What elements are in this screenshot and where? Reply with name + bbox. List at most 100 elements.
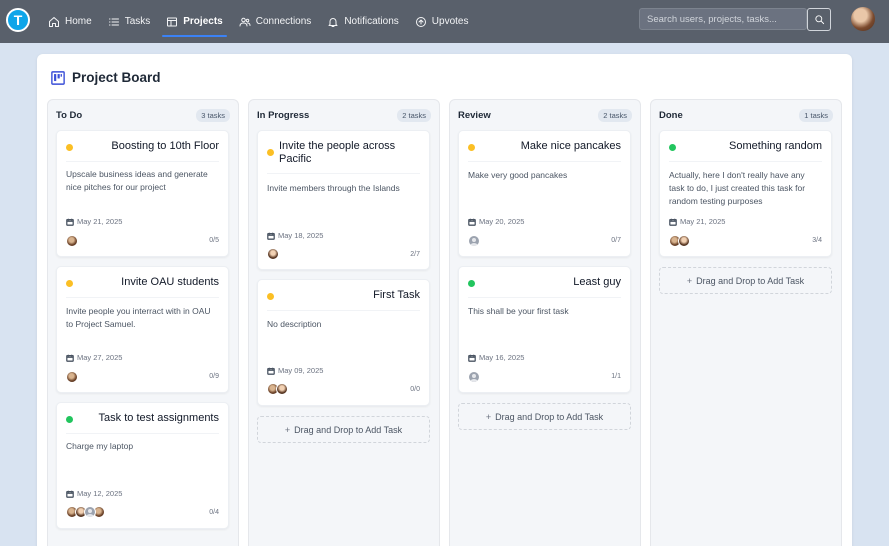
date-text: May 21, 2025	[77, 217, 123, 226]
board-icon	[51, 70, 65, 85]
assignee-avatars	[267, 248, 279, 260]
subtask-progress: 0/5	[209, 237, 219, 244]
status-dot	[66, 280, 73, 287]
task-title: Make nice pancakes	[520, 140, 621, 152]
task-due-date: May 21, 2025	[66, 217, 122, 226]
nav-item-upvotes[interactable]: Upvotes	[407, 0, 477, 43]
column-in-progress: In Progress 2 tasks Invite the people ac…	[248, 99, 440, 546]
task-title: Invite OAU students	[121, 276, 219, 288]
nav-item-connections[interactable]: Connections	[231, 0, 320, 43]
task-description: This shall be your first task	[468, 306, 569, 316]
list-icon	[108, 18, 119, 25]
calendar-icon	[669, 218, 677, 226]
date-text: May 18, 2025	[278, 231, 324, 240]
nav-item-projects[interactable]: Projects	[158, 0, 230, 43]
task-due-date: May 09, 2025	[267, 366, 323, 375]
avatar	[678, 235, 690, 247]
avatar	[276, 383, 288, 395]
nav-item-label: Home	[65, 16, 92, 27]
divider	[66, 433, 219, 434]
page-title: Project Board	[51, 70, 161, 85]
dropzone-label: Drag and Drop to Add Task	[495, 411, 604, 422]
nav-item-label: Connections	[255, 16, 312, 27]
date-text: May 27, 2025	[77, 353, 123, 362]
task-card[interactable]: Boosting to 10th Floor Upscale business …	[56, 130, 229, 257]
user-avatar[interactable]	[851, 7, 875, 31]
dropzone-label: Drag and Drop to Add Task	[294, 424, 403, 435]
board-title-text: Project Board	[72, 70, 161, 85]
nav-item-tasks[interactable]: Tasks	[100, 0, 159, 43]
divider	[468, 161, 621, 162]
top-navbar: T Home Tasks Projects Connections Notifi…	[0, 0, 889, 43]
column-review: Review 2 tasks Make nice pancakes Make v…	[449, 99, 641, 546]
task-card[interactable]: Task to test assignments Charge my lapto…	[56, 402, 229, 529]
nav-menu: Home Tasks Projects Connections Notifica…	[40, 0, 476, 43]
nav-item-label: Projects	[183, 16, 223, 27]
avatar	[468, 371, 480, 383]
calendar-icon	[468, 218, 476, 226]
task-card[interactable]: First Task No description May 09, 2025 0…	[257, 279, 430, 406]
status-dot	[66, 416, 73, 423]
subtask-progress: 0/7	[611, 237, 621, 244]
calendar-icon	[66, 490, 74, 498]
add-task-dropzone[interactable]: + Drag and Drop to Add Task	[458, 403, 631, 430]
divider	[468, 297, 621, 298]
status-dot	[468, 144, 475, 151]
task-description: No description	[267, 319, 322, 329]
task-title: Least guy	[573, 276, 621, 288]
divider	[267, 310, 420, 311]
upvote-icon	[415, 16, 426, 27]
nav-item-label: Upvotes	[431, 16, 469, 27]
column-title: In Progress	[257, 110, 310, 121]
add-task-dropzone[interactable]: + Drag and Drop to Add Task	[257, 416, 430, 443]
task-description: Invite members through the Islands	[267, 183, 400, 193]
search-icon	[814, 15, 824, 25]
app-logo[interactable]: T	[6, 8, 30, 32]
task-card[interactable]: Least guy This shall be your first task …	[458, 266, 631, 393]
avatar	[468, 235, 480, 247]
dropzone-label: Drag and Drop to Add Task	[696, 275, 805, 286]
task-due-date: May 18, 2025	[267, 231, 323, 240]
plus-icon: +	[485, 411, 492, 422]
board-icon	[167, 17, 178, 26]
divider	[66, 161, 219, 162]
add-task-dropzone[interactable]: + Drag and Drop to Add Task	[659, 267, 832, 294]
column-count-badge: 3 tasks	[196, 109, 230, 122]
status-dot	[66, 144, 73, 151]
date-text: May 12, 2025	[77, 489, 123, 498]
subtask-progress: 0/9	[209, 373, 219, 380]
avatar	[66, 371, 78, 383]
task-title: Boosting to 10th Floor	[111, 140, 219, 152]
nav-item-notifications[interactable]: Notifications	[319, 0, 406, 43]
task-due-date: May 16, 2025	[468, 353, 524, 362]
subtask-progress: 0/0	[410, 386, 420, 393]
date-text: May 21, 2025	[680, 217, 726, 226]
task-card[interactable]: Invite OAU students Invite people you in…	[56, 266, 229, 393]
calendar-icon	[468, 354, 476, 362]
assignee-avatars	[468, 371, 480, 383]
assignee-avatars	[66, 371, 78, 383]
plus-icon: +	[284, 424, 291, 435]
task-description: Actually, here I don't really have any t…	[669, 170, 806, 206]
assignee-avatars	[669, 235, 690, 247]
task-description: Invite people you interract with in OAU …	[66, 306, 211, 329]
task-card[interactable]: Invite the people across Pacific Invite …	[257, 130, 430, 270]
task-title: Something random	[729, 140, 822, 152]
home-icon	[49, 16, 59, 27]
column-title: Review	[458, 110, 491, 121]
column-count-badge: 1 tasks	[799, 109, 833, 122]
assignee-avatars	[66, 235, 78, 247]
task-card[interactable]: Something random Actually, here I don't …	[659, 130, 832, 257]
date-text: May 20, 2025	[479, 217, 525, 226]
status-dot	[267, 149, 274, 156]
divider	[669, 161, 822, 162]
subtask-progress: 2/7	[410, 251, 420, 258]
divider	[267, 173, 420, 174]
search-button[interactable]	[807, 8, 831, 31]
task-due-date: May 12, 2025	[66, 489, 122, 498]
task-due-date: May 20, 2025	[468, 217, 524, 226]
task-card[interactable]: Make nice pancakes Make very good pancak…	[458, 130, 631, 257]
search-input[interactable]: Search users, projects, tasks...	[639, 8, 807, 30]
plus-icon: +	[686, 275, 693, 286]
nav-item-home[interactable]: Home	[40, 0, 100, 43]
